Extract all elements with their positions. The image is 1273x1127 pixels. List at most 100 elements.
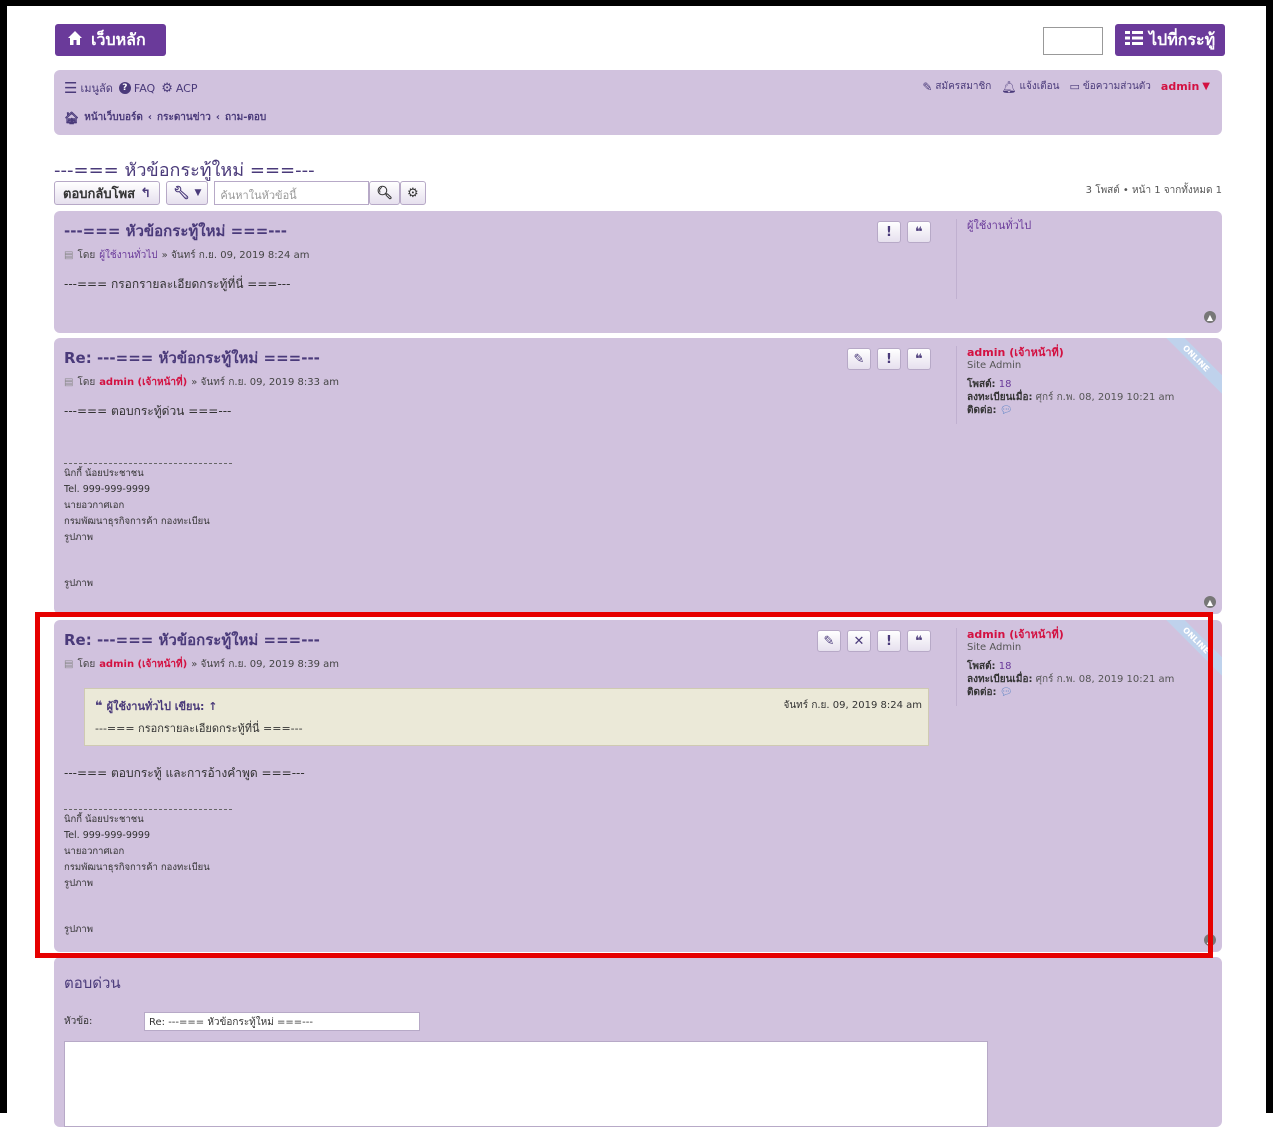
gears-icon: ⚙ xyxy=(161,80,173,96)
edit-button[interactable]: ✎ xyxy=(847,348,871,370)
menu-label: เมนูลัด xyxy=(80,82,113,95)
signature-line: Tel. 999-999-9999 xyxy=(64,484,151,495)
signature-image-label: รูปภาพ xyxy=(64,578,93,589)
register-link[interactable]: ✎ สมัครสมาชิก xyxy=(922,79,991,94)
pencil-icon: ✎ xyxy=(853,351,865,367)
list-icon xyxy=(1125,30,1143,50)
signature: นิกกี้ น้อยประชาชน Tel. 999-999-9999 นาย… xyxy=(64,466,934,592)
back-to-top-icon[interactable]: ▲ xyxy=(1204,311,1216,323)
reply-button-label: ตอบกลับโพส xyxy=(63,186,136,202)
user-menu[interactable]: admin ▼ xyxy=(1161,80,1210,93)
quote-icon: ❝ xyxy=(915,351,923,367)
quote-icon: ❝ xyxy=(915,224,923,240)
topic-title[interactable]: ---=== หัวข้อกระทู้ใหม่ ===--- xyxy=(54,155,315,184)
jump-input[interactable] xyxy=(1043,27,1103,55)
post-2: ONLINE Re: ---=== หัวข้อกระทู้ใหม่ ===--… xyxy=(54,338,1222,614)
chevron-left-icon: ‹ xyxy=(147,112,153,123)
post-author[interactable]: ผู้ใช้งานทั่วไป xyxy=(99,248,157,263)
exclamation-icon: ! xyxy=(886,224,892,240)
faq-link[interactable]: ? FAQ xyxy=(118,81,156,95)
post-author[interactable]: admin (เจ้าหน้าที่) xyxy=(99,375,187,390)
breadcrumb-item[interactable]: ถาม-ตอบ xyxy=(225,110,266,125)
wrench-icon: 🔧︎ xyxy=(172,185,190,201)
signature-line: นายอวกาศเอก xyxy=(64,500,125,511)
pagination: 3 โพสต์ • หน้า 1 จากทั้งหมด 1 xyxy=(1085,185,1222,196)
gear-icon: ⚙ xyxy=(406,185,419,201)
post-icon: ▤ xyxy=(64,377,74,388)
subject-input[interactable]: Re: ---=== หัวข้อกระทู้ใหม่ ===--- xyxy=(144,1012,420,1031)
quote-button[interactable]: ❝ xyxy=(907,348,931,370)
hamburger-icon: ☰ xyxy=(64,79,78,97)
profile-joined: ลงทะเบียนเมื่อ: ศุกร์ ก.พ. 08, 2019 10:2… xyxy=(967,391,1206,404)
post-content: ---=== กรอกรายละเอียดกระทู้ที่นี่ ===--- xyxy=(64,277,291,291)
edit-icon: ✎ xyxy=(922,79,933,94)
post-profile: ผู้ใช้งานทั่วไป xyxy=(956,219,1206,299)
notifications-label: แจ้งเตือน xyxy=(1019,81,1060,92)
search-button[interactable]: 🔍︎ xyxy=(369,181,400,205)
quote-button[interactable]: ❝ xyxy=(907,221,931,243)
advanced-search-button[interactable]: ⚙ xyxy=(399,181,426,205)
inbox-icon: ▭ xyxy=(1069,80,1080,93)
acp-link[interactable]: ⚙ ACP xyxy=(161,81,197,96)
posts-label: โพสต์: xyxy=(967,379,996,390)
signature-divider xyxy=(64,463,232,464)
profile-username[interactable]: ผู้ใช้งานทั่วไป xyxy=(967,219,1206,232)
bell-icon: 🔔︎ xyxy=(1001,79,1017,94)
post-content: ---=== ตอบกระทู้ด่วน ===--- xyxy=(64,404,232,418)
back-to-top-icon[interactable]: ▲ xyxy=(1204,596,1216,608)
joined-date: ศุกร์ ก.พ. 08, 2019 10:21 am xyxy=(1035,392,1175,403)
home-button[interactable]: เว็บหลัก xyxy=(55,24,166,56)
posts-count[interactable]: 18 xyxy=(999,379,1012,390)
post-reply-button[interactable]: ตอบกลับโพส ↰ xyxy=(54,181,160,205)
quick-links-menu[interactable]: ☰ เมนูลัด xyxy=(64,79,113,97)
message-textarea[interactable] xyxy=(64,1041,988,1127)
register-label: สมัครสมาชิก xyxy=(935,81,992,92)
profile-username[interactable]: admin (เจ้าหน้าที่) xyxy=(967,346,1206,359)
subject-label: หัวข้อ: xyxy=(64,1016,93,1027)
topic-tools-button[interactable]: 🔧︎ ▼ xyxy=(165,181,209,205)
by-label: โดย xyxy=(77,377,96,388)
jump-to-topic-button[interactable]: ไปที่กระทู้ xyxy=(1115,24,1225,56)
topic-search-input[interactable]: ค้นหาในหัวข้อนี้ xyxy=(214,181,370,205)
quick-reply-title: ตอบด่วน xyxy=(64,974,121,992)
breadcrumb-item[interactable]: หน้าเว็บบอร์ด xyxy=(84,110,143,125)
profile-rank: Site Admin xyxy=(967,360,1022,371)
username: admin xyxy=(1160,80,1200,93)
top-bar: เว็บหลัก ไปที่กระทู้ xyxy=(55,24,1225,56)
reply-icon: ↰ xyxy=(140,185,151,201)
report-button[interactable]: ! xyxy=(877,221,901,243)
post-icon: ▤ xyxy=(64,250,74,261)
question-icon: ? xyxy=(118,82,131,94)
chevron-down-icon: ▼ xyxy=(194,188,202,198)
faq-label: FAQ xyxy=(133,81,156,95)
home-icon: 🏠︎ xyxy=(64,110,80,125)
messages-label: ข้อความส่วนตัว xyxy=(1082,81,1151,92)
topic-toolbar: ตอบกลับโพส ↰ 🔧︎ ▼ ค้นหาในหัวข้อนี้ 🔍︎ ⚙ xyxy=(54,181,426,205)
chevron-left-icon: ‹ xyxy=(215,112,220,123)
caret-down-icon: ▼ xyxy=(1202,81,1210,92)
post-profile: admin (เจ้าหน้าที่) Site Admin โพสต์: 18… xyxy=(956,346,1206,424)
post-date: » จันทร์ ก.ย. 09, 2019 8:33 am xyxy=(191,377,340,388)
notifications-link[interactable]: 🔔︎ แจ้งเตือน xyxy=(1001,79,1059,94)
jump-button-label: ไปที่กระทู้ xyxy=(1149,29,1216,49)
acp-label: ACP xyxy=(175,81,198,95)
post-actions: ✎ ! ❝ xyxy=(847,348,931,370)
report-button[interactable]: ! xyxy=(877,348,901,370)
breadcrumb-item[interactable]: กระดานข่าว xyxy=(157,110,211,125)
contact-label: ติดต่อ: xyxy=(967,405,997,416)
profile-posts: โพสต์: 18 xyxy=(967,378,1206,391)
profile-contact: ติดต่อ: 💬︎ xyxy=(967,404,1206,417)
post-title[interactable]: ---=== หัวข้อกระทู้ใหม่ ===--- xyxy=(64,219,934,243)
home-icon xyxy=(67,30,83,50)
exclamation-icon: ! xyxy=(886,351,892,367)
home-button-label: เว็บหลัก xyxy=(91,29,146,49)
post-meta: ▤ โดย admin (เจ้าหน้าที่) » จันทร์ ก.ย. … xyxy=(64,375,934,390)
quick-reply-panel: ตอบด่วน หัวข้อ: Re: ---=== หัวข้อกระทู้ใ… xyxy=(54,957,1222,1127)
post-date: » จันทร์ ก.ย. 09, 2019 8:24 am xyxy=(161,250,310,261)
post-title[interactable]: Re: ---=== หัวข้อกระทู้ใหม่ ===--- xyxy=(64,346,934,370)
post-actions: ! ❝ xyxy=(877,221,931,243)
chat-icon[interactable]: 💬︎ xyxy=(1000,405,1013,416)
signature-line: นิกกี้ น้อยประชาชน xyxy=(64,468,144,479)
private-messages-link[interactable]: ▭ ข้อความส่วนตัว xyxy=(1069,79,1150,94)
post-1: ---=== หัวข้อกระทู้ใหม่ ===--- ▤ โดย ผู้… xyxy=(54,211,1222,333)
